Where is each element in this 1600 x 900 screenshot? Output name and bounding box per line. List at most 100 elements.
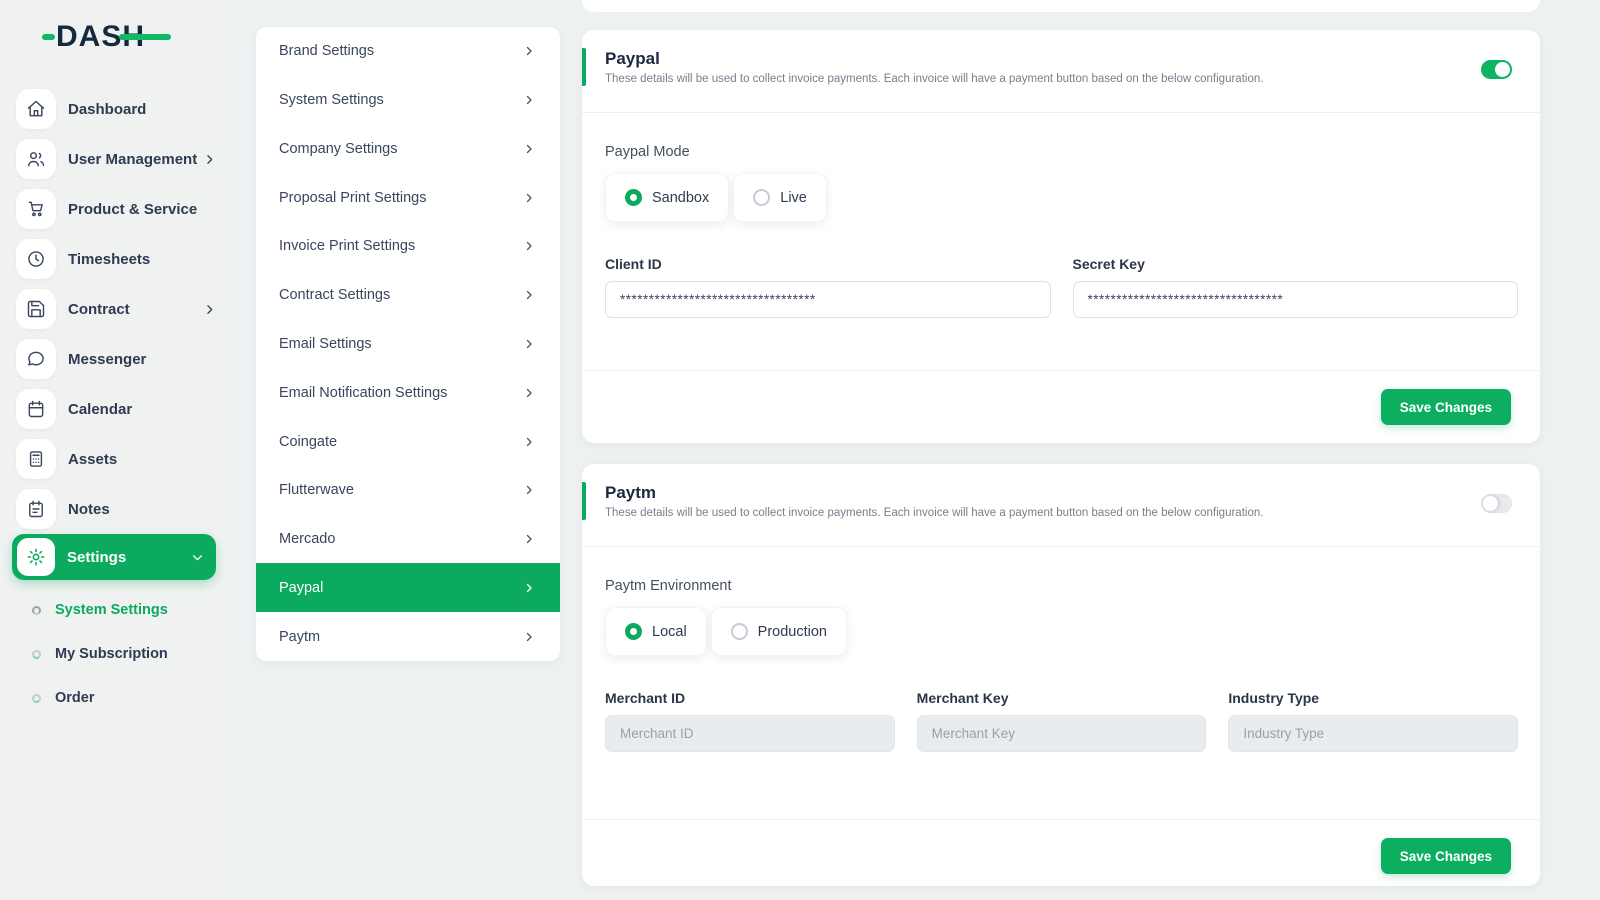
app-logo[interactable]: DASH (56, 18, 145, 56)
radio-option-production[interactable]: Production (711, 607, 847, 656)
paytm-section-title: Paytm (605, 483, 1540, 503)
secret-key-input[interactable] (1073, 281, 1519, 318)
radio-option-label: Production (758, 624, 827, 640)
menu-item-brand-settings[interactable]: Brand Settings (256, 27, 560, 76)
menu-item-label: Paytm (279, 629, 320, 645)
menu-item-label: Invoice Print Settings (279, 238, 415, 254)
calendar-icon (16, 389, 56, 429)
menu-item-system-settings[interactable]: System Settings (256, 76, 560, 125)
bullet-icon (32, 606, 41, 615)
menu-item-proposal-print-settings[interactable]: Proposal Print Settings (256, 173, 560, 222)
paypal-save-button[interactable]: Save Changes (1381, 389, 1511, 425)
sidebar-item-timesheets[interactable]: Timesheets (0, 234, 230, 284)
radio-option-label: Local (652, 624, 687, 640)
sidebar-item-product-service[interactable]: Product & Service (0, 184, 230, 234)
chevron-right-icon (523, 582, 535, 594)
sidebar-item-label: Timesheets (68, 251, 216, 268)
client-id-input[interactable] (605, 281, 1051, 318)
clock-icon (16, 239, 56, 279)
radio-option-sandbox[interactable]: Sandbox (605, 173, 729, 222)
paypal-enable-toggle[interactable] (1481, 60, 1512, 79)
paytm-environment-label: Paytm Environment (605, 578, 1518, 594)
sidebar-item-dashboard[interactable]: Dashboard (0, 84, 230, 134)
sidebar-item-label: Messenger (68, 351, 216, 368)
sidebar-item-calendar[interactable]: Calendar (0, 384, 230, 434)
sidebar-item-settings[interactable]: Settings (12, 534, 216, 580)
secret-key-field-group: Secret Key (1073, 256, 1519, 318)
menu-item-label: Paypal (279, 580, 323, 596)
logo-dash-left (42, 34, 55, 40)
paytm-card-footer: Save Changes (582, 819, 1540, 886)
sidebar-item-label: Contract (68, 301, 203, 318)
menu-item-label: Company Settings (279, 141, 397, 157)
paytm-save-button[interactable]: Save Changes (1381, 838, 1511, 874)
paytm-credentials-row: Merchant ID Merchant Key Industry Type (605, 690, 1518, 752)
menu-item-label: Coingate (279, 434, 337, 450)
menu-item-mercado[interactable]: Mercado (256, 515, 560, 564)
chevron-right-icon (523, 45, 535, 57)
paypal-mode-options: Sandbox Live (605, 173, 1518, 222)
accent-bar (582, 482, 586, 520)
paypal-credentials-row: Client ID Secret Key (605, 256, 1518, 318)
secret-key-label: Secret Key (1073, 256, 1519, 272)
menu-item-company-settings[interactable]: Company Settings (256, 125, 560, 174)
paypal-section-description: These details will be used to collect in… (605, 73, 1540, 85)
menu-item-invoice-print-settings[interactable]: Invoice Print Settings (256, 222, 560, 271)
chevron-down-icon (191, 551, 204, 564)
sidebar-item-contract[interactable]: Contract (0, 284, 230, 334)
merchant-id-input[interactable] (605, 715, 895, 752)
accent-bar (582, 48, 586, 86)
chevron-right-icon (523, 533, 535, 545)
radio-option-local[interactable]: Local (605, 607, 707, 656)
sidebar-item-label: Calendar (68, 401, 216, 418)
radio-option-label: Live (780, 190, 807, 206)
sidebar-item-label: Notes (68, 501, 216, 518)
menu-item-contract-settings[interactable]: Contract Settings (256, 271, 560, 320)
sidebar-item-messenger[interactable]: Messenger (0, 334, 230, 384)
toggle-knob (1483, 496, 1498, 511)
paypal-section-title: Paypal (605, 49, 1540, 69)
sidebar-item-notes[interactable]: Notes (0, 484, 230, 534)
merchant-key-input[interactable] (917, 715, 1207, 752)
menu-item-email-settings[interactable]: Email Settings (256, 320, 560, 369)
sub-item-label: Order (55, 690, 95, 706)
paytm-enable-toggle[interactable] (1481, 494, 1512, 513)
industry-type-input[interactable] (1228, 715, 1518, 752)
settings-sub-nav: System Settings My Subscription Order (0, 588, 230, 720)
menu-item-flutterwave[interactable]: Flutterwave (256, 466, 560, 515)
sidebar-nav: Dashboard User Management Product & Serv… (0, 84, 230, 720)
menu-item-label: Email Notification Settings (279, 385, 447, 401)
menu-item-email-notification-settings[interactable]: Email Notification Settings (256, 368, 560, 417)
contract-icon (16, 289, 56, 329)
paypal-mode-label: Paypal Mode (605, 144, 1518, 160)
menu-item-paytm[interactable]: Paytm (256, 612, 560, 661)
menu-item-label: Contract Settings (279, 287, 390, 303)
chevron-right-icon (203, 303, 216, 316)
notes-icon (16, 489, 56, 529)
merchant-id-label: Merchant ID (605, 690, 895, 706)
settings-menu-panel: Brand Settings System Settings Company S… (256, 27, 560, 661)
sidebar-item-label: Assets (68, 451, 216, 468)
industry-type-label: Industry Type (1228, 690, 1518, 706)
sidebar-subitem-order[interactable]: Order (0, 676, 230, 720)
chevron-right-icon (523, 436, 535, 448)
users-icon (16, 139, 56, 179)
menu-item-label: Flutterwave (279, 482, 354, 498)
radio-selected-icon (625, 189, 642, 206)
radio-option-live[interactable]: Live (733, 173, 827, 222)
paytm-section-description: These details will be used to collect in… (605, 507, 1540, 519)
menu-item-coingate[interactable]: Coingate (256, 417, 560, 466)
sidebar-item-user-management[interactable]: User Management (0, 134, 230, 184)
sidebar-subitem-system-settings[interactable]: System Settings (0, 588, 230, 632)
radio-option-label: Sandbox (652, 190, 709, 206)
bullet-icon (32, 694, 41, 703)
sidebar-item-label: User Management (68, 151, 203, 168)
sidebar-subitem-my-subscription[interactable]: My Subscription (0, 632, 230, 676)
chevron-right-icon (523, 484, 535, 496)
menu-item-paypal[interactable]: Paypal (256, 563, 560, 612)
paypal-section-header: Paypal These details will be used to col… (582, 30, 1540, 113)
radio-selected-icon (625, 623, 642, 640)
sidebar-item-assets[interactable]: Assets (0, 434, 230, 484)
paypal-settings-card: Paypal These details will be used to col… (582, 30, 1540, 443)
merchant-id-field-group: Merchant ID (605, 690, 895, 752)
